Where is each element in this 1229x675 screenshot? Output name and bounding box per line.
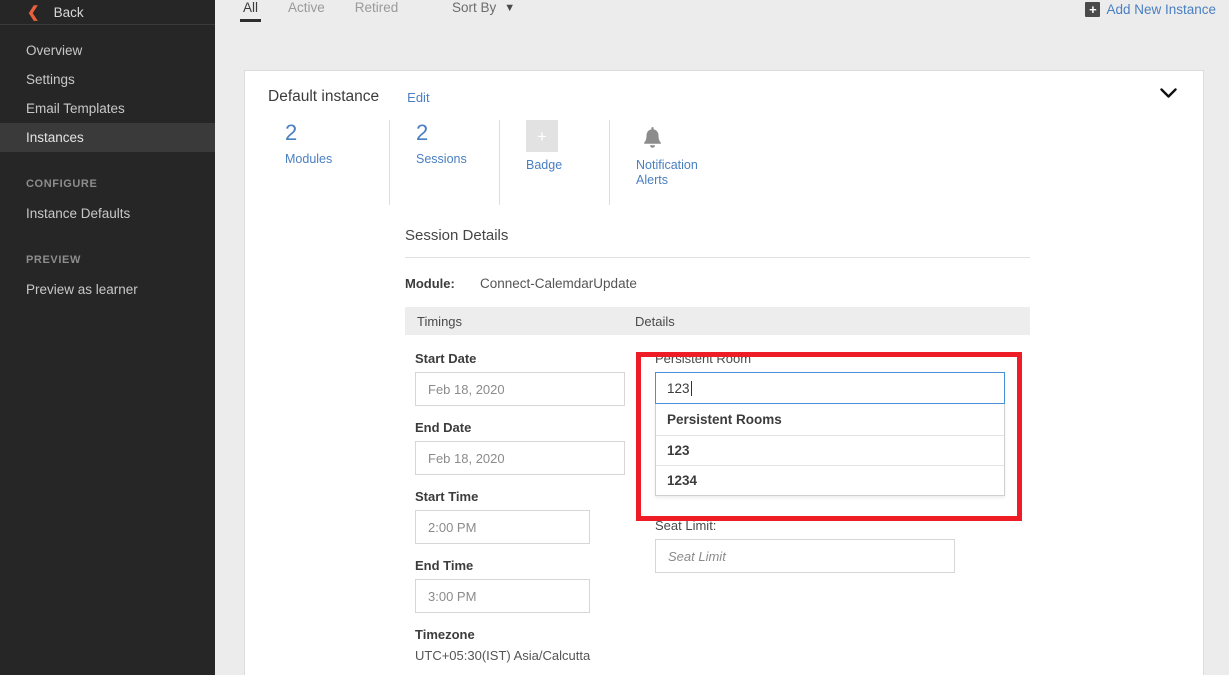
tab-label: Active	[288, 0, 325, 15]
chevron-down-icon: ▼	[504, 1, 516, 14]
sidebar-item-overview[interactable]: Overview	[0, 36, 215, 65]
dropdown-group-header: Persistent Rooms	[656, 404, 1004, 436]
add-new-instance-label: Add New Instance	[1106, 2, 1216, 17]
session-table-body: Start Date Feb 18, 2020 End Date Feb 18,…	[405, 335, 1030, 663]
seat-limit-block: Seat Limit: Seat Limit	[655, 518, 955, 573]
persistent-room-input[interactable]: 123	[655, 372, 1005, 404]
add-new-instance-button[interactable]: + Add New Instance	[1085, 2, 1216, 17]
start-date-input[interactable]: Feb 18, 2020	[415, 372, 625, 406]
sort-by-label: Sort By	[452, 0, 497, 15]
sidebar-item-label: Instances	[26, 130, 84, 145]
app-root: ❮ Back Overview Settings Email Templates…	[0, 0, 1229, 675]
end-date-label: End Date	[415, 420, 472, 435]
stat-value: 2	[285, 120, 298, 145]
instance-stats: 2 Modules 2 Sessions + Badge Notificatio…	[245, 120, 1203, 205]
stat-modules[interactable]: 2 Modules	[279, 120, 389, 205]
persistent-room-label: Persistent Room	[655, 351, 752, 366]
seat-limit-label: Seat Limit:	[655, 518, 717, 533]
start-date-label: Start Date	[415, 351, 477, 366]
dropdown-option-1234[interactable]: 1234	[656, 466, 1004, 495]
session-details-title: Session Details	[405, 227, 1030, 258]
column-header-details: Details	[635, 313, 675, 329]
module-value: Connect-CalemdarUpdate	[480, 276, 637, 291]
sidebar-section-configure: CONFIGURE	[26, 178, 98, 190]
sort-by-dropdown[interactable]: Sort By ▼	[452, 0, 515, 15]
sidebar-item-label: Instance Defaults	[26, 206, 131, 221]
instance-card: Default instance Edit 2 Modules 2 Sessio…	[244, 70, 1204, 675]
stat-label: Modules	[285, 152, 333, 166]
tab-active[interactable]: Active	[288, 0, 325, 15]
seat-limit-input[interactable]: Seat Limit	[655, 539, 955, 573]
timezone-label: Timezone	[415, 627, 475, 642]
top-toolbar: All Active Retired Sort By ▼ + Add New I…	[215, 0, 1229, 25]
sidebar-section-preview: PREVIEW	[26, 254, 81, 266]
sidebar-item-label: Overview	[26, 43, 83, 58]
tab-label: Retired	[354, 0, 399, 15]
tab-all[interactable]: All	[239, 0, 262, 22]
sidebar-item-email-templates[interactable]: Email Templates	[0, 94, 215, 123]
filter-tabs: All Active Retired	[239, 0, 428, 25]
collapse-card-chevron-down-icon[interactable]	[1160, 85, 1177, 102]
stat-notification-alerts[interactable]: Notification Alerts	[609, 120, 719, 205]
sidebar-nav: Overview Settings Email Templates Instan…	[0, 36, 215, 152]
instance-card-header: Default instance Edit	[245, 71, 1203, 106]
timezone-value: UTC+05:30(IST) Asia/Calcutta	[415, 648, 591, 663]
sidebar-item-instances[interactable]: Instances	[0, 123, 215, 152]
chevron-left-icon: ❮	[27, 3, 40, 21]
session-table-header: Timings Details	[405, 307, 1030, 335]
back-label: Back	[53, 4, 84, 20]
details-column: Persistent Room 123 Persistent Rooms 123…	[633, 351, 1005, 663]
sidebar-item-label: Settings	[26, 72, 75, 87]
stat-badge[interactable]: + Badge	[499, 120, 609, 205]
sidebar-item-label: Email Templates	[26, 101, 125, 116]
edit-instance-link[interactable]: Edit	[407, 90, 429, 105]
plus-icon: +	[1085, 2, 1101, 17]
persistent-room-dropdown-list: Persistent Rooms 123 1234	[655, 404, 1005, 496]
tab-label: All	[243, 0, 259, 15]
sidebar-item-settings[interactable]: Settings	[0, 65, 215, 94]
stat-label: Notification Alerts	[636, 158, 698, 187]
text-cursor	[690, 380, 692, 396]
persistent-room-combobox: 123 Persistent Rooms 123 1234	[655, 372, 1005, 496]
start-time-label: Start Time	[415, 489, 479, 504]
back-button[interactable]: ❮ Back	[0, 0, 215, 25]
stat-label: Sessions	[416, 152, 467, 166]
stat-value: 2	[416, 120, 429, 145]
module-label: Module:	[405, 276, 455, 291]
end-time-label: End Time	[415, 558, 474, 573]
add-badge-plus-icon[interactable]: +	[526, 120, 558, 152]
stat-sessions[interactable]: 2 Sessions	[389, 120, 499, 205]
sidebar: ❮ Back Overview Settings Email Templates…	[0, 0, 215, 675]
dropdown-option-123[interactable]: 123	[656, 436, 1004, 466]
bell-icon	[636, 120, 668, 152]
sidebar-item-label: Preview as learner	[26, 282, 138, 297]
tab-retired[interactable]: Retired	[355, 0, 399, 15]
column-header-timings: Timings	[417, 313, 463, 329]
module-row: Module: Connect-CalemdarUpdate	[405, 276, 1030, 307]
instance-title: Default instance	[268, 88, 380, 105]
stat-label: Badge	[526, 158, 563, 172]
sidebar-item-instance-defaults[interactable]: Instance Defaults	[0, 199, 215, 228]
sidebar-item-preview-as-learner[interactable]: Preview as learner	[0, 275, 215, 304]
session-details-panel: Session Details Module: Connect-Calemdar…	[405, 227, 1030, 663]
end-time-input[interactable]: 3:00 PM	[415, 579, 590, 613]
timings-column: Start Date Feb 18, 2020 End Date Feb 18,…	[405, 351, 633, 663]
start-time-input[interactable]: 2:00 PM	[415, 510, 590, 544]
persistent-room-value: 123	[667, 380, 690, 396]
end-date-input[interactable]: Feb 18, 2020	[415, 441, 625, 475]
